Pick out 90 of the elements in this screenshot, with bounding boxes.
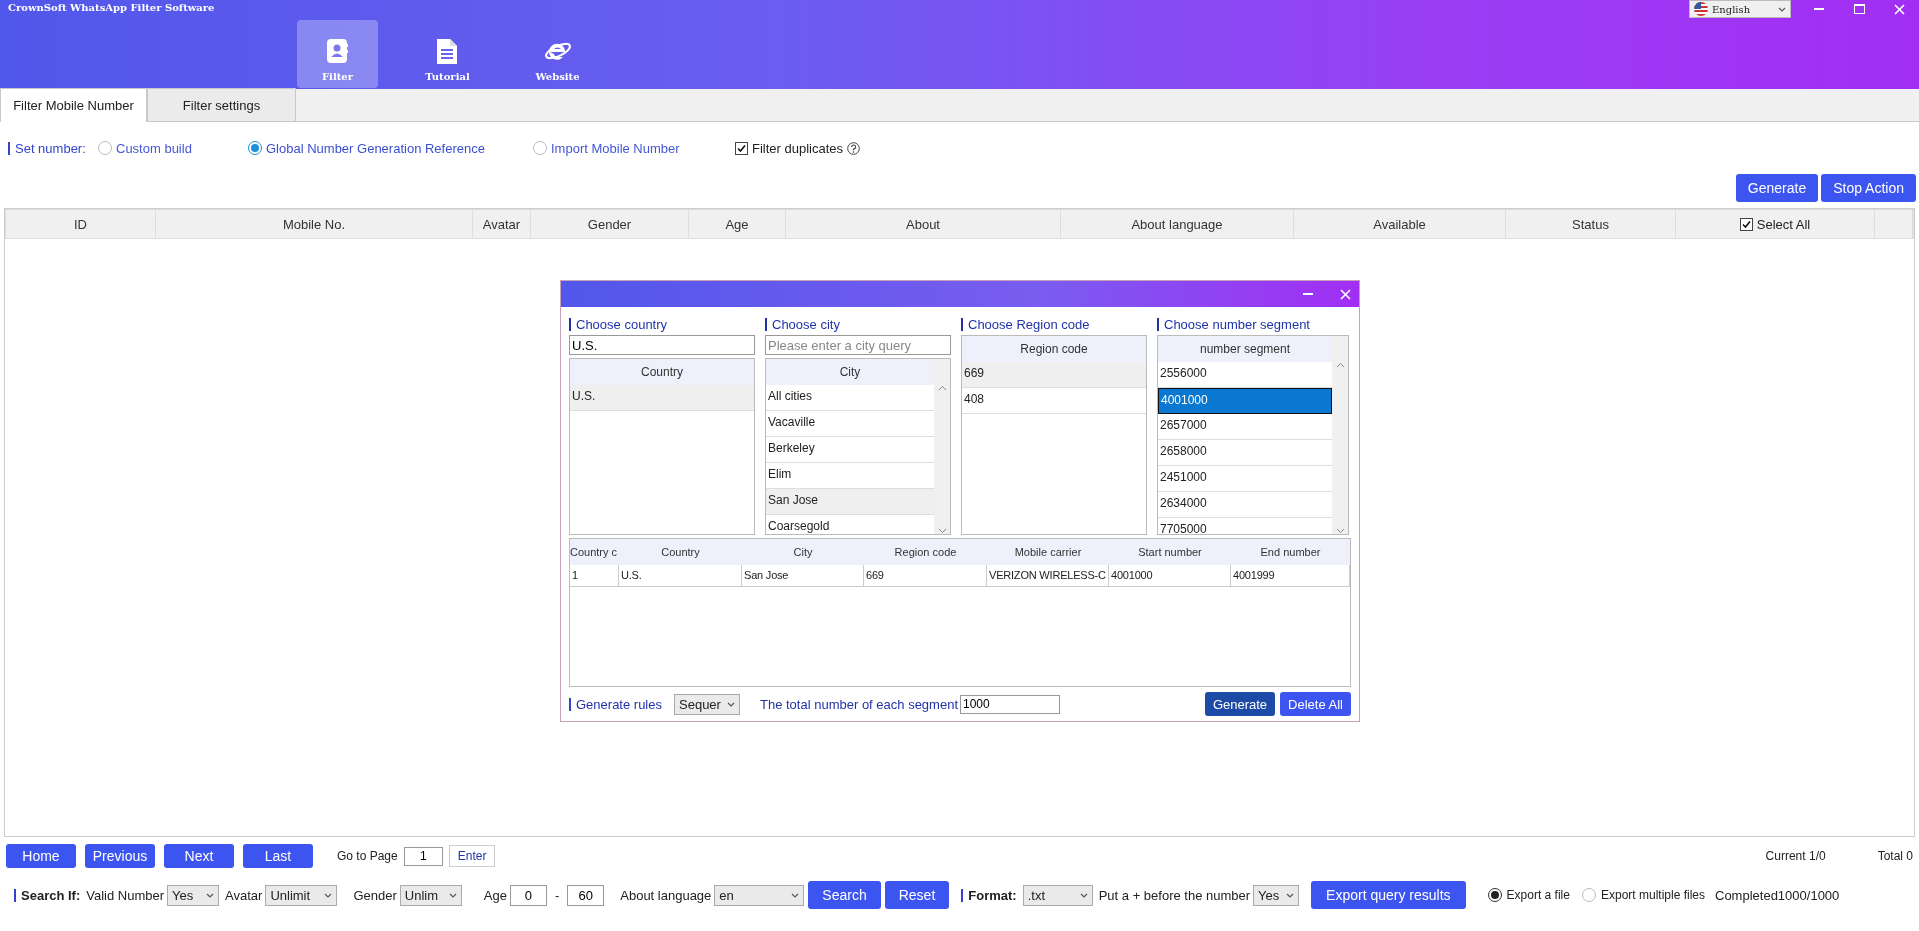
column-header: City: [792, 545, 814, 560]
search-button[interactable]: Reset: [884, 881, 950, 909]
page-button[interactable]: Previous: [85, 844, 155, 868]
action-button[interactable]: Stop Action: [1821, 174, 1916, 202]
column-header: Region code: [962, 336, 1146, 362]
column-header: Avatar: [473, 210, 531, 238]
dropdown[interactable]: Unlimit: [265, 884, 338, 906]
page-input[interactable]: 1: [403, 846, 443, 866]
completion-status: Completed1000/1000: [1715, 887, 1840, 903]
option-label[interactable]: Import Mobile Number: [551, 140, 680, 156]
radio-label[interactable]: Export multiple files: [1600, 888, 1705, 902]
goto-label: Go to Page: [337, 849, 398, 863]
radio-label[interactable]: Export a file: [1506, 888, 1570, 902]
dialog-button[interactable]: Delete All: [1280, 692, 1351, 716]
dropdown[interactable]: Yes: [167, 884, 220, 906]
column-header: City: [766, 359, 934, 385]
column-header: About: [786, 210, 1061, 238]
list-item[interactable]: 669: [962, 362, 1146, 388]
tab[interactable]: Filter settings: [147, 88, 296, 121]
age-to-input[interactable]: 60: [567, 884, 605, 906]
table-cell: San Jose: [742, 565, 864, 586]
list-item[interactable]: U.S.: [570, 385, 754, 411]
page-button[interactable]: Last: [243, 844, 313, 868]
dialog-button[interactable]: Generate: [1204, 692, 1276, 716]
action-button[interactable]: Generate: [1735, 174, 1819, 202]
column-header: Start number: [1137, 545, 1203, 560]
app-title: CrownSoft WhatsApp Filter Software: [7, 1, 216, 13]
age-from-input[interactable]: 0: [509, 884, 547, 906]
total-label: The total number of each segment: [760, 696, 958, 712]
format-label: Format:: [961, 887, 1017, 903]
rules-dropdown[interactable]: Sequer: [674, 693, 740, 715]
section-label: Choose country: [569, 313, 755, 335]
column-header: number segment: [1158, 336, 1332, 362]
page-button[interactable]: Next: [164, 844, 234, 868]
section-label: Choose number segment: [1157, 313, 1349, 335]
page-button[interactable]: Home: [6, 844, 76, 868]
column-header: ID: [6, 210, 156, 238]
search-button[interactable]: Search: [808, 881, 881, 909]
language-dropdown[interactable]: English: [1689, 0, 1791, 18]
column-header: Country: [570, 359, 754, 385]
option-label[interactable]: Custom build: [116, 140, 192, 156]
table-cell: 1: [570, 565, 619, 586]
nav-button[interactable]: Website: [517, 20, 598, 88]
search-field[interactable]: Please enter a city query: [765, 335, 951, 355]
column-header: Mobile No.: [156, 210, 473, 238]
checkbox-label[interactable]: Filter duplicates: [752, 140, 844, 156]
option-label[interactable]: Global Number Generation Reference: [266, 140, 485, 156]
column-header: Status: [1506, 210, 1676, 238]
section-label: Choose city: [765, 313, 951, 335]
total-input[interactable]: 1000: [960, 694, 1060, 714]
filter-label: Age: [483, 887, 507, 903]
column-header: End number: [1259, 545, 1322, 560]
nav-button[interactable]: Tutorial: [407, 20, 488, 88]
range-separator: -: [554, 887, 560, 903]
checkbox-label[interactable]: Select All: [1756, 216, 1811, 232]
column-header: About language: [1061, 210, 1294, 238]
filter-label: Gender: [353, 887, 397, 903]
filter-label: Valid Number: [86, 887, 165, 903]
dropdown[interactable]: en: [714, 884, 805, 906]
column-header: Available: [1294, 210, 1506, 238]
column-header: Gender: [531, 210, 689, 238]
table-cell: VERIZON WIRELESS-C: [987, 565, 1109, 586]
search-label: Search If:: [14, 887, 81, 903]
table-cell: 669: [864, 565, 987, 586]
search-field[interactable]: U.S.: [569, 335, 755, 355]
enter-button[interactable]: Enter: [448, 845, 496, 867]
section-label: Choose Region code: [961, 313, 1147, 335]
table-cell: 4001000: [1109, 565, 1231, 586]
total-info: Total 0: [1877, 849, 1913, 863]
set-number-label: Set number:: [8, 140, 98, 156]
filter-label: Avatar: [225, 887, 263, 903]
export-button[interactable]: Export query results: [1311, 881, 1466, 909]
column-header: Age: [689, 210, 786, 238]
list-item[interactable]: 408: [962, 388, 1146, 414]
dropdown[interactable]: Yes: [1253, 884, 1300, 906]
format-dropdown[interactable]: .txt: [1022, 884, 1093, 906]
list-item[interactable]: 4001000: [1158, 388, 1332, 414]
column-header: Country c: [570, 545, 619, 560]
table-cell: 4001999: [1231, 565, 1350, 586]
column-header: Mobile carrier: [1013, 545, 1083, 560]
tab[interactable]: Filter Mobile Number: [0, 88, 147, 122]
column-header: Region code: [893, 545, 958, 560]
dropdown[interactable]: Unlim: [399, 884, 462, 906]
table-cell: U.S.: [619, 565, 742, 586]
plus-label: Put a + before the number: [1098, 887, 1251, 903]
rules-label: Generate rules: [569, 696, 662, 712]
page-info: Current 1/0: [1765, 849, 1826, 863]
column-header: Country: [660, 545, 701, 560]
filter-label: About language: [620, 887, 712, 903]
list-item[interactable]: San Jose: [766, 489, 934, 515]
